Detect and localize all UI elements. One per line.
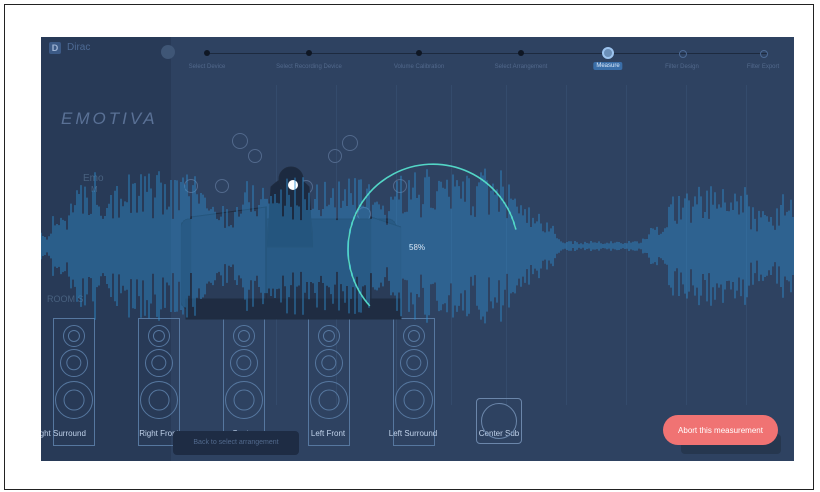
progress-percentage: 58%	[409, 243, 426, 252]
abort-measurement-button[interactable]: Abort this measurement	[663, 415, 778, 445]
app-window: D Dirac EMOTIVA Emo M ROOM S Select Devi…	[41, 37, 794, 461]
